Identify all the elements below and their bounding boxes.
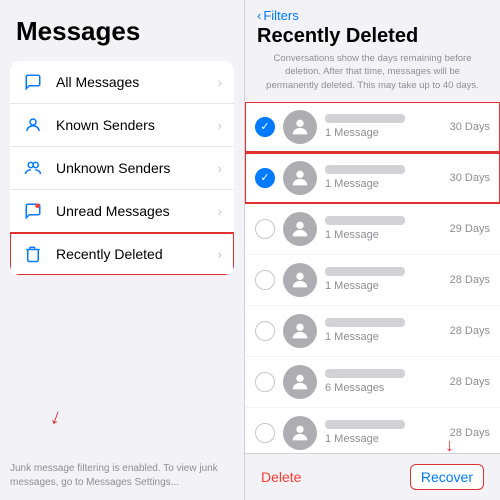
chevron-right-icon: › <box>218 204 222 219</box>
avatar <box>283 161 317 195</box>
msg-count: 1 Message <box>325 280 446 292</box>
days-label: 28 Days <box>450 427 490 439</box>
sender-bar <box>325 216 405 225</box>
message-info: 1 Message <box>325 216 446 241</box>
avatar <box>283 314 317 348</box>
check-circle[interactable] <box>255 219 275 239</box>
bottom-bar: Delete Recover ↓ <box>245 453 500 500</box>
message-item[interactable]: 6 Messages 28 Days <box>245 357 500 407</box>
sender-bar <box>325 114 405 123</box>
menu-label: All Messages <box>56 74 218 90</box>
message-info: 6 Messages <box>325 369 446 394</box>
days-label: 29 Days <box>450 223 490 235</box>
recover-arrow: ↓ <box>445 435 454 456</box>
sender-bar <box>325 318 405 327</box>
check-circle[interactable]: ✓ <box>255 168 275 188</box>
message-list: ✓ 1 Message 30 Days ✓ 1 Message 30 Days <box>245 102 500 453</box>
chevron-right-icon: › <box>218 75 222 90</box>
msg-count: 1 Message <box>325 178 446 190</box>
avatar <box>283 416 317 450</box>
msg-count: 6 Messages <box>325 382 446 394</box>
arrow-annotation: ↑ <box>46 405 65 433</box>
menu-icon <box>22 71 44 93</box>
chevron-right-icon: › <box>218 161 222 176</box>
menu-item-recently-deleted[interactable]: Recently Deleted › <box>10 233 234 275</box>
sender-bar <box>325 165 405 174</box>
back-label: Filters <box>263 8 298 23</box>
days-label: 28 Days <box>450 274 490 286</box>
menu-icon <box>22 114 44 136</box>
menu-list: All Messages › Known Senders › Unknown S… <box>10 61 234 275</box>
left-panel: Messages All Messages › Known Senders › … <box>0 0 245 500</box>
days-label: 28 Days <box>450 325 490 337</box>
check-circle[interactable] <box>255 423 275 443</box>
message-info: 1 Message <box>325 420 446 445</box>
message-item[interactable]: 1 Message 28 Days <box>245 255 500 305</box>
right-header: ‹ Filters Recently Deleted Conversations… <box>245 0 500 102</box>
menu-icon <box>22 200 44 222</box>
check-circle[interactable] <box>255 372 275 392</box>
avatar <box>283 110 317 144</box>
message-info: 1 Message <box>325 318 446 343</box>
msg-count: 1 Message <box>325 433 446 445</box>
message-item[interactable]: ✓ 1 Message 30 Days <box>245 153 500 203</box>
check-circle[interactable] <box>255 270 275 290</box>
recover-button[interactable]: Recover <box>410 464 484 490</box>
menu-label: Known Senders <box>56 117 218 133</box>
menu-label: Recently Deleted <box>56 246 218 262</box>
msg-count: 1 Message <box>325 331 446 343</box>
avatar <box>283 365 317 399</box>
days-label: 30 Days <box>450 121 490 133</box>
avatar <box>283 212 317 246</box>
footer-note: Junk message filtering is enabled. To vi… <box>10 462 234 490</box>
menu-label: Unread Messages <box>56 203 218 219</box>
message-item[interactable]: 1 Message 28 Days <box>245 306 500 356</box>
sender-bar <box>325 369 405 378</box>
message-info: 1 Message <box>325 165 446 190</box>
chevron-right-icon: › <box>218 247 222 262</box>
message-info: 1 Message <box>325 114 446 139</box>
days-label: 30 Days <box>450 172 490 184</box>
avatar <box>283 263 317 297</box>
message-info: 1 Message <box>325 267 446 292</box>
sender-bar <box>325 420 405 429</box>
days-label: 28 Days <box>450 376 490 388</box>
chevron-right-icon: › <box>218 118 222 133</box>
menu-item-unknown-senders[interactable]: Unknown Senders › <box>10 147 234 190</box>
right-panel: ‹ Filters Recently Deleted Conversations… <box>245 0 500 500</box>
check-circle[interactable]: ✓ <box>255 117 275 137</box>
msg-count: 1 Message <box>325 127 446 139</box>
check-circle[interactable] <box>255 321 275 341</box>
message-item[interactable]: 1 Message 28 Days <box>245 408 500 453</box>
delete-button[interactable]: Delete <box>261 469 301 485</box>
menu-label: Unknown Senders <box>56 160 218 176</box>
right-subtitle: Conversations show the days remaining be… <box>257 52 488 92</box>
message-item[interactable]: ✓ 1 Message 30 Days <box>245 102 500 152</box>
menu-icon <box>22 157 44 179</box>
sender-bar <box>325 267 405 276</box>
menu-item-unread-messages[interactable]: Unread Messages › <box>10 190 234 233</box>
right-panel-title: Recently Deleted <box>257 25 488 48</box>
menu-item-all-messages[interactable]: All Messages › <box>10 61 234 104</box>
chevron-left-icon: ‹ <box>257 8 261 23</box>
menu-item-known-senders[interactable]: Known Senders › <box>10 104 234 147</box>
messages-title: Messages <box>0 0 244 55</box>
message-item[interactable]: 1 Message 29 Days <box>245 204 500 254</box>
msg-count: 1 Message <box>325 229 446 241</box>
back-link[interactable]: ‹ Filters <box>257 8 488 23</box>
menu-icon <box>22 243 44 265</box>
